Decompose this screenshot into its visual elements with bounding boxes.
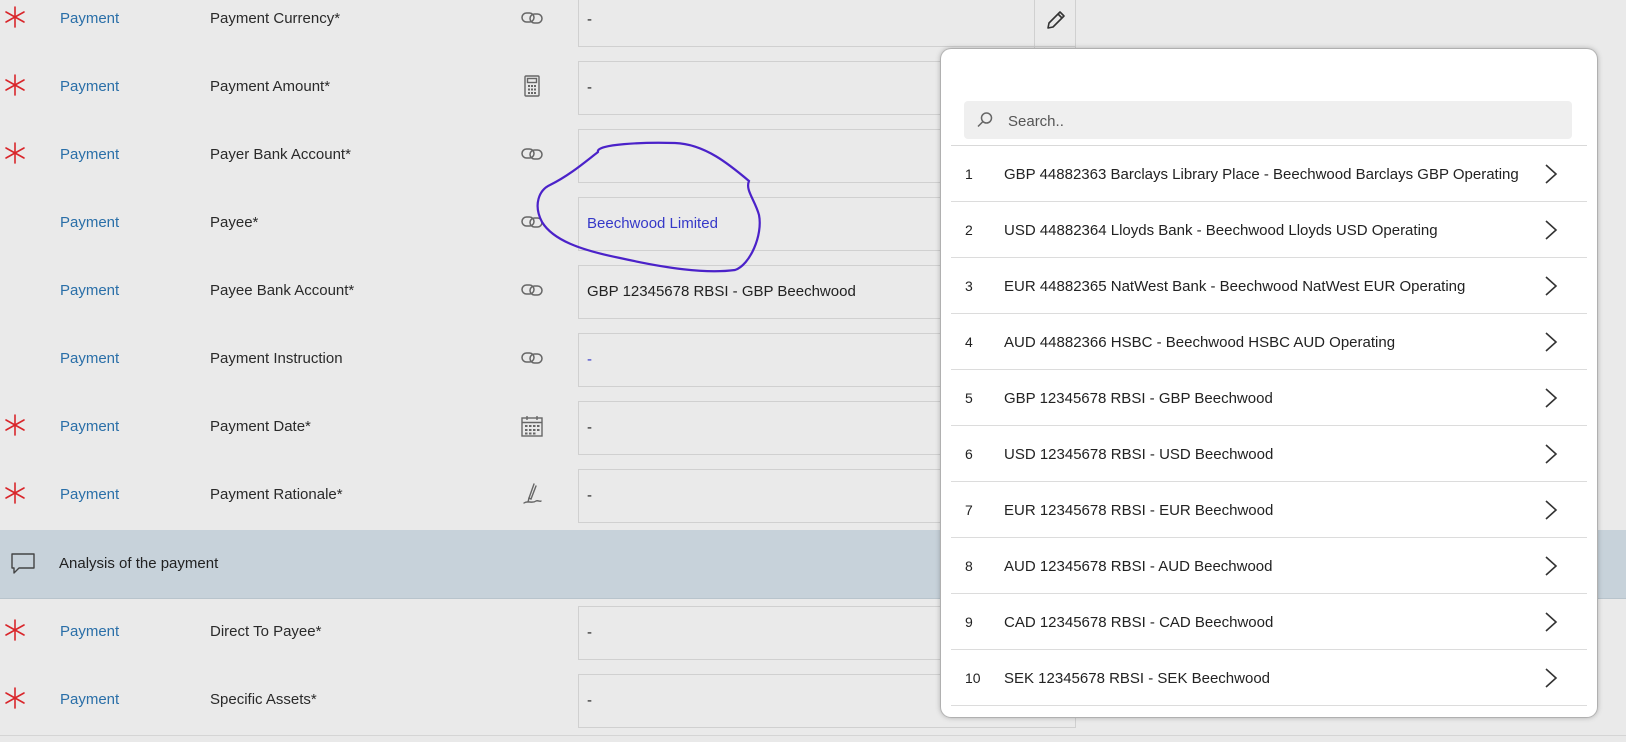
pen-icon — [523, 483, 542, 504]
list-item[interactable]: 4 AUD 44882366 HSBC - Beechwood HSBC AUD… — [951, 314, 1587, 370]
section-title: Analysis of the payment — [59, 555, 219, 572]
search-icon — [977, 112, 993, 128]
list-item[interactable]: 9 CAD 12345678 RBSI - CAD Beechwood — [951, 594, 1587, 650]
item-label: GBP 12345678 RBSI - GBP Beechwood — [1004, 390, 1273, 407]
list-item[interactable]: 6 USD 12345678 RBSI - USD Beechwood — [951, 426, 1587, 482]
calculator-icon — [524, 75, 540, 97]
link-icon — [521, 284, 543, 296]
row-section-link[interactable]: Payment — [60, 78, 119, 95]
chevron-right-icon — [1545, 500, 1558, 520]
item-label: SEK 12345678 RBSI - SEK Beechwood — [1004, 670, 1271, 687]
row-section-link[interactable]: Payment — [60, 214, 119, 231]
field-label: Payer Bank Account* — [210, 146, 351, 163]
row-section-link[interactable]: Payment — [60, 282, 119, 299]
asterisk-icon — [5, 142, 25, 164]
item-label: EUR 12345678 RBSI - EUR Beechwood — [1004, 502, 1274, 519]
item-label: AUD 12345678 RBSI - AUD Beechwood — [1004, 558, 1273, 575]
chevron-right-icon — [1545, 668, 1558, 688]
list-item[interactable]: 2 USD 44882364 Lloyds Bank - Beechwood L… — [951, 202, 1587, 258]
field-label: Payee* — [210, 214, 259, 231]
asterisk-icon — [5, 74, 25, 96]
item-number: 4 — [965, 334, 973, 350]
chevron-right-icon — [1545, 444, 1558, 464]
item-number: 7 — [965, 502, 973, 518]
item-number: 9 — [965, 614, 973, 630]
asterisk-icon — [5, 482, 25, 504]
list-item[interactable]: 10 SEK 12345678 RBSI - SEK Beechwood — [951, 650, 1587, 706]
edit-button[interactable] — [1034, 0, 1076, 54]
field-value: - — [587, 487, 592, 504]
row-section-link[interactable]: Payment — [60, 486, 119, 503]
list-item[interactable]: 3 EUR 44882365 NatWest Bank - Beechwood … — [951, 258, 1587, 314]
chevron-right-icon — [1545, 332, 1558, 352]
field-label: Specific Assets* — [210, 691, 317, 708]
list-item[interactable]: 7 EUR 12345678 RBSI - EUR Beechwood — [951, 482, 1587, 538]
item-number: 3 — [965, 278, 973, 294]
field-label: Payee Bank Account* — [210, 282, 355, 299]
comment-icon — [11, 553, 35, 574]
item-label: EUR 44882365 NatWest Bank - Beechwood Na… — [1004, 278, 1466, 295]
search-input[interactable] — [1006, 107, 1560, 135]
item-label: AUD 44882366 HSBC - Beechwood HSBC AUD O… — [1004, 334, 1396, 351]
item-number: 6 — [965, 446, 973, 462]
asterisk-icon — [5, 687, 25, 709]
item-number: 2 — [965, 222, 973, 238]
row-section-link[interactable]: Payment — [60, 418, 119, 435]
row-section-link[interactable]: Payment — [60, 146, 119, 163]
link-icon — [521, 216, 543, 228]
search-box[interactable] — [964, 101, 1572, 139]
field-value: GBP 12345678 RBSI - GBP Beechwood — [587, 283, 856, 300]
list-item[interactable]: 1 GBP 44882363 Barclays Library Place - … — [951, 146, 1587, 202]
chevron-right-icon — [1545, 220, 1558, 240]
row-section-link[interactable]: Payment — [60, 10, 119, 27]
field-value: - — [587, 419, 592, 436]
value-field[interactable]: - — [578, 0, 1076, 47]
item-label: CAD 12345678 RBSI - CAD Beechwood — [1004, 614, 1274, 631]
pencil-icon — [1047, 11, 1065, 29]
list-item[interactable]: 8 AUD 12345678 RBSI - AUD Beechwood — [951, 538, 1587, 594]
link-icon — [521, 352, 543, 364]
asterisk-icon — [5, 6, 25, 28]
item-number: 8 — [965, 558, 973, 574]
field-label: Payment Instruction — [210, 350, 343, 367]
field-value: - — [587, 11, 592, 28]
field-value: - — [587, 79, 592, 96]
link-icon — [521, 12, 543, 24]
field-label: Payment Amount* — [210, 78, 331, 95]
calendar-icon — [521, 416, 543, 437]
field-value: - — [587, 692, 592, 709]
field-value: - — [587, 624, 592, 641]
chevron-right-icon — [1545, 612, 1558, 632]
field-label: Payment Rationale* — [210, 486, 343, 503]
bank-account-picker: 1 GBP 44882363 Barclays Library Place - … — [941, 49, 1597, 717]
item-number: 5 — [965, 390, 973, 406]
chevron-right-icon — [1545, 164, 1558, 184]
field-label: Payment Currency* — [210, 10, 341, 27]
asterisk-icon — [5, 414, 25, 436]
payee-link[interactable]: Beechwood Limited — [587, 215, 718, 232]
chevron-right-icon — [1545, 388, 1558, 408]
item-number: 1 — [965, 166, 973, 182]
chevron-right-icon — [1545, 556, 1558, 576]
row-section-link[interactable]: Payment — [60, 350, 119, 367]
field-value-link[interactable]: - — [587, 351, 592, 368]
asterisk-icon — [5, 619, 25, 641]
account-list: 1 GBP 44882363 Barclays Library Place - … — [951, 146, 1587, 706]
row-section-link[interactable]: Payment — [60, 691, 119, 708]
item-number: 10 — [965, 670, 981, 686]
item-label: GBP 44882363 Barclays Library Place - Be… — [1004, 166, 1519, 183]
row-section-link[interactable]: Payment — [60, 623, 119, 640]
field-label: Direct To Payee* — [210, 623, 322, 640]
field-label: Payment Date* — [210, 418, 311, 435]
item-label: USD 12345678 RBSI - USD Beechwood — [1004, 446, 1274, 463]
chevron-right-icon — [1545, 276, 1558, 296]
form-row: Payment Payment Currency* - — [0, 0, 1626, 55]
list-item[interactable]: 5 GBP 12345678 RBSI - GBP Beechwood — [951, 370, 1587, 426]
item-label: USD 44882364 Lloyds Bank - Beechwood Llo… — [1004, 222, 1438, 239]
link-icon — [521, 148, 543, 160]
